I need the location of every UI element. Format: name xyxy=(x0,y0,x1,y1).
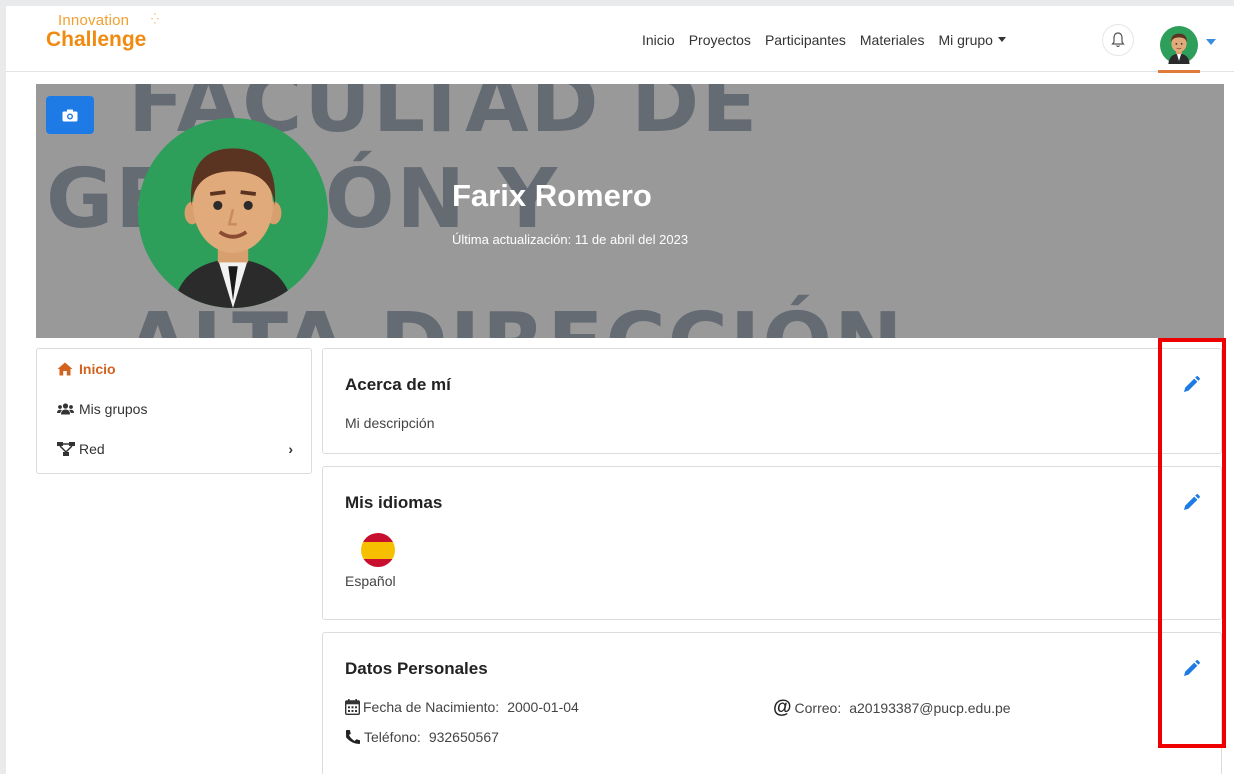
sidebar-item-label: Mis grupos xyxy=(79,401,148,417)
bell-icon xyxy=(1111,32,1125,48)
phone-field: Teléfono: 932650567 xyxy=(345,729,499,745)
profile-name: Farix Romero xyxy=(452,178,652,213)
about-card: Acerca de mí Mi descripción xyxy=(322,348,1222,454)
user-avatar-icon[interactable] xyxy=(1160,26,1198,64)
profile-banner: FACULTAD DE GESTIÓN Y ALTA DIRECCIÓN xyxy=(36,84,1224,338)
nav-link-materiales[interactable]: Materiales xyxy=(860,32,925,48)
languages-card: Mis idiomas Español xyxy=(322,466,1222,620)
personal-data-title: Datos Personales xyxy=(345,659,488,678)
nav-link-proyectos[interactable]: Proyectos xyxy=(689,32,751,48)
email-field: @ Correo: a20193387@pucp.edu.pe xyxy=(773,697,1011,719)
user-menu-caret-icon[interactable] xyxy=(1206,39,1216,45)
birthdate-label: Fecha de Nacimiento: xyxy=(363,699,500,715)
about-description: Mi descripción xyxy=(345,415,435,431)
phone-icon xyxy=(345,729,361,745)
birthdate-value: 2000-01-04 xyxy=(507,699,579,715)
logo[interactable]: Innovation Challenge ⁛ xyxy=(46,12,159,51)
nav-links: Inicio Proyectos Participantes Materiale… xyxy=(642,32,1020,48)
network-icon xyxy=(57,442,79,456)
home-icon xyxy=(57,362,79,376)
navbar: Innovation Challenge ⁛ Inicio Proyectos … xyxy=(6,6,1234,73)
email-value: a20193387@pucp.edu.pe xyxy=(849,700,1011,716)
sidebar-item-label: Inicio xyxy=(79,361,116,377)
email-label: Correo: xyxy=(794,700,842,716)
page: Innovation Challenge ⁛ Inicio Proyectos … xyxy=(6,6,1234,774)
profile-sidebar: Inicio Mis grupos Red › xyxy=(36,348,312,474)
change-cover-button[interactable] xyxy=(46,96,94,134)
nav-dropdown-mi-grupo[interactable]: Mi grupo xyxy=(938,32,1005,48)
logo-top-text: Innovation xyxy=(58,12,130,29)
avatar-active-indicator xyxy=(1158,70,1200,73)
logo-bottom-text: Challenge xyxy=(46,28,147,51)
sidebar-item-label: Red xyxy=(79,441,105,457)
sidebar-item-red[interactable]: Red › xyxy=(57,441,293,457)
languages-title: Mis idiomas xyxy=(345,493,443,512)
about-title: Acerca de mí xyxy=(345,375,451,394)
sidebar-item-mis-grupos[interactable]: Mis grupos xyxy=(57,401,147,417)
users-icon xyxy=(57,403,79,415)
notifications-button[interactable] xyxy=(1102,24,1134,56)
phone-value: 932650567 xyxy=(428,729,499,745)
profile-avatar-icon[interactable] xyxy=(138,118,328,308)
calendar-icon xyxy=(345,699,360,715)
logo-sparkle-icon: ⁛ xyxy=(151,14,159,25)
chevron-right-icon: › xyxy=(288,441,293,457)
annotation-highlight-box xyxy=(1158,338,1226,748)
personal-data-card: Datos Personales Fecha de Nacimiento: 20… xyxy=(322,632,1222,774)
at-sign-icon: @ xyxy=(773,697,792,718)
spain-flag-icon xyxy=(361,533,395,567)
profile-last-updated: Última actualización: 11 de abril del 20… xyxy=(452,232,689,247)
nav-link-inicio[interactable]: Inicio xyxy=(642,32,675,48)
sidebar-item-inicio[interactable]: Inicio xyxy=(57,361,116,377)
phone-label: Teléfono: xyxy=(364,729,421,745)
nav-link-participantes[interactable]: Participantes xyxy=(765,32,846,48)
birthdate-field: Fecha de Nacimiento: 2000-01-04 xyxy=(345,699,579,715)
camera-icon xyxy=(62,109,78,121)
language-label: Español xyxy=(345,573,396,589)
